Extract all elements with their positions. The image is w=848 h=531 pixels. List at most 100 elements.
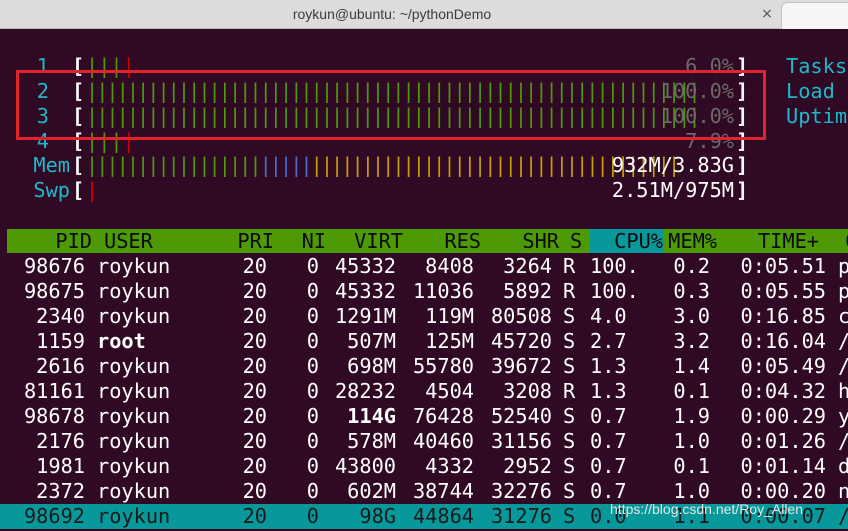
process-row[interactable]: 81161 roykun 20 0 28232 4504 3208 R 1.3 0.1 0:04.3… — [0, 379, 848, 404]
cell-command: / — [838, 329, 848, 354]
meter-close-bracket: ] — [736, 178, 749, 202]
cell-user: roykun — [97, 254, 171, 278]
cell-mem: 0.1 — [673, 379, 710, 403]
column-state[interactable]: S — [570, 229, 582, 253]
meter-value: 932M/3.83G — [611, 153, 734, 177]
cell-time: 0:04.32 — [740, 379, 826, 403]
cell-time: 0:16.85 — [740, 304, 826, 328]
cell-ni: 0 — [306, 404, 319, 428]
cell-shr: 52540 — [490, 404, 552, 428]
cell-shr: 31156 — [490, 429, 552, 453]
cell-res: 76428 — [412, 404, 474, 428]
cell-command: d — [838, 454, 848, 478]
cell-res: 11036 — [412, 279, 474, 303]
process-row[interactable]: 98676 roykun 20 0 45332 8408 3264 R 100. 0.2 0:05.… — [0, 254, 848, 279]
cell-user: roykun — [97, 454, 171, 478]
cell-virt: 1291M — [334, 304, 396, 328]
cell-time: 0:05.49 — [740, 354, 826, 378]
window-titlebar: roykun@ubuntu: ~/pythonDemo × — [0, 0, 848, 29]
adjacent-window-tab[interactable] — [781, 2, 848, 29]
cell-time: 0:05.51 — [740, 254, 826, 278]
cell-command: n — [838, 479, 848, 503]
cell-pid: 98675 — [23, 279, 85, 303]
cell-pid: 2372 — [36, 479, 85, 503]
meter-open-bracket: [ — [72, 153, 85, 177]
cell-time: 0:00.29 — [740, 404, 826, 428]
cell-command: / — [838, 429, 848, 454]
cell-ni: 0 — [306, 479, 319, 503]
cell-pri: 20 — [242, 429, 267, 453]
process-row[interactable]: 2176 roykun 20 0 578M 40460 31156 S 0.7 1.0 0:01.2… — [0, 429, 848, 454]
column-time[interactable]: TIME+ — [727, 229, 819, 253]
cell-cpu: 0.7 — [590, 404, 627, 428]
cell-ni: 0 — [306, 329, 319, 353]
process-row[interactable]: 2340 roykun 20 0 1291M 119M 80508 S 4.0 3.0 0:16.8… — [0, 304, 848, 329]
cell-res: 8408 — [425, 254, 474, 278]
cell-user: roykun — [97, 479, 171, 503]
cell-mem: 1.4 — [673, 354, 710, 378]
column-pid[interactable]: PID — [17, 229, 92, 253]
cell-state: R — [563, 279, 576, 303]
cell-pri: 20 — [242, 454, 267, 478]
close-icon[interactable]: × — [758, 5, 776, 23]
cell-virt: 578M — [347, 429, 396, 453]
terminal-area[interactable]: 1[|||| 6.0%] Tasks 2[||||||||||||||||||||||… — [0, 29, 848, 531]
cell-command: / — [838, 354, 848, 379]
cell-pri: 20 — [242, 354, 267, 378]
cell-ni: 0 — [306, 279, 319, 303]
cell-mem: 1.9 — [673, 404, 710, 428]
process-row[interactable]: 98678 roykun 20 0 114G 76428 52540 S 0.7 1.9 0:00.… — [0, 404, 848, 429]
watermark: https://blog.csdn.net/Roy_Allen — [610, 501, 804, 517]
column-user[interactable]: USER — [104, 229, 153, 253]
cell-user: roykun — [97, 429, 171, 453]
meter-label: Mem — [33, 153, 70, 177]
window-title: roykun@ubuntu: ~/pythonDemo — [292, 6, 492, 22]
cell-res: 55780 — [412, 354, 474, 378]
cell-cpu: 4.0 — [590, 304, 627, 328]
cell-ni: 0 — [306, 379, 319, 403]
meter-label: Swp — [33, 178, 70, 202]
process-row[interactable]: 2616 roykun 20 0 698M 55780 39672 S 1.3 1.4 0:05.4… — [0, 354, 848, 379]
process-row[interactable]: 98675 roykun 20 0 45332 11036 5892 R 100. 0.3 0:05… — [0, 279, 848, 304]
cell-mem: 0.2 — [673, 254, 710, 278]
cell-res: 4504 — [425, 379, 474, 403]
cell-cpu: 0.7 — [590, 454, 627, 478]
cell-time: 0:16.04 — [740, 329, 826, 353]
column-ni[interactable]: NI — [287, 229, 326, 253]
cell-pri: 20 — [242, 329, 267, 353]
cell-state: R — [563, 379, 576, 403]
meter-row: Mem[||||||||||||||||||||||||||||||||||||… — [0, 153, 848, 178]
cell-time: 0:01.14 — [740, 454, 826, 478]
cell-virt: 28232 — [334, 379, 396, 403]
column-cpu-sorted[interactable]: CPU% — [590, 229, 663, 253]
cell-virt: 507M — [347, 329, 396, 353]
meter-value: 2.51M/975M — [611, 178, 734, 202]
meter-side-label: Tasks — [786, 54, 848, 78]
cell-state: S — [563, 429, 576, 453]
cell-ni: 0 — [306, 354, 319, 378]
column-pri[interactable]: PRI — [222, 229, 274, 253]
process-row[interactable]: 1159 root 20 0 507M 125M 45720 S 2.7 3.2 0:16.04 / — [0, 329, 848, 354]
cell-ni: 0 — [306, 454, 319, 478]
cell-state: S — [563, 454, 576, 478]
column-mem[interactable]: MEM% — [665, 229, 717, 253]
cell-ni: 0 — [306, 429, 319, 453]
cell-user: roykun — [97, 304, 171, 328]
column-shr[interactable]: SHR — [485, 229, 559, 253]
column-res[interactable]: RES — [407, 229, 481, 253]
column-virt[interactable]: VIRT — [329, 229, 403, 253]
cell-cpu: 1.3 — [590, 379, 627, 403]
cell-state: S — [563, 479, 576, 503]
cell-command: h — [838, 379, 848, 403]
cell-user: roykun — [97, 354, 171, 378]
cell-mem: 0.3 — [673, 279, 710, 303]
process-row[interactable]: 1981 roykun 20 0 43800 4332 2952 S 0.7 0.1 0:01.14… — [0, 454, 848, 479]
cell-virt: 602M — [347, 479, 396, 503]
cell-pri: 20 — [242, 279, 267, 303]
cell-user: roykun — [97, 504, 171, 528]
cell-shr: 3264 — [503, 254, 552, 278]
cell-pid: 2616 — [36, 354, 85, 378]
cell-pri: 20 — [242, 404, 267, 428]
cell-pid: 98678 — [23, 404, 85, 428]
cell-cpu: 100. — [590, 254, 639, 278]
